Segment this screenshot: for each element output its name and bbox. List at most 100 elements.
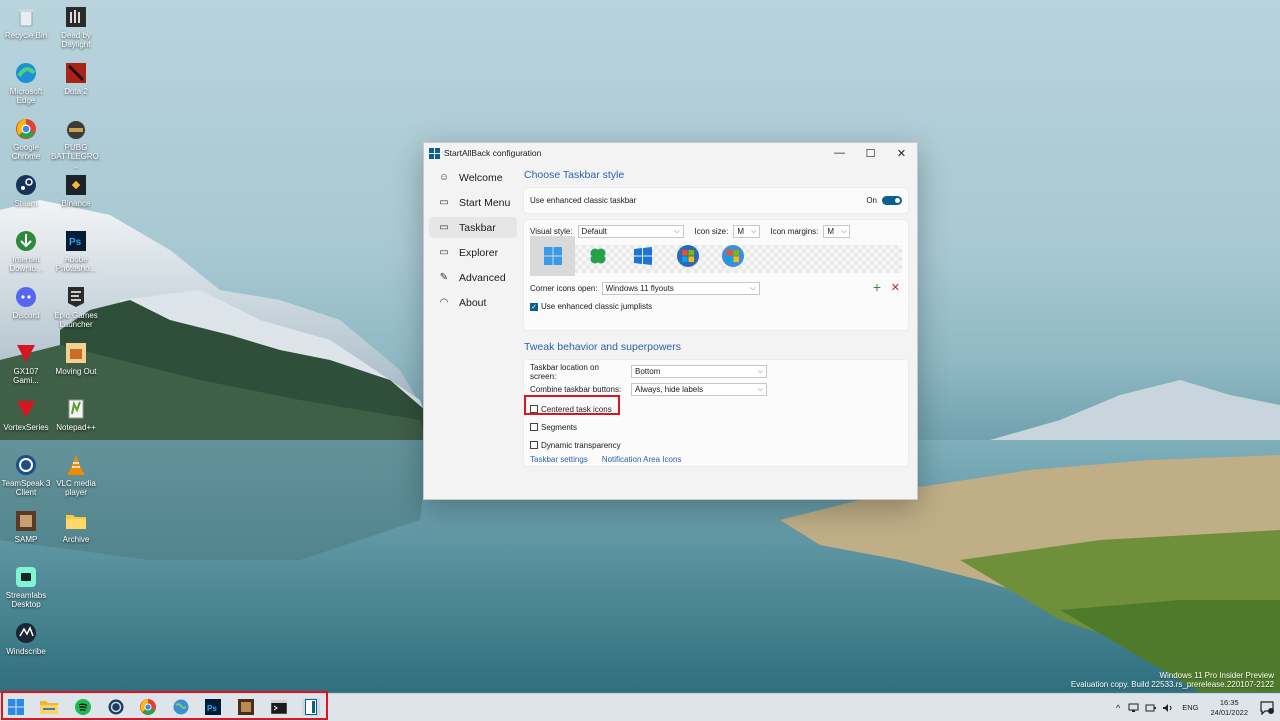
desktop-icon-windscribe[interactable]: Windscribe xyxy=(0,621,52,656)
smile-icon: ☺ xyxy=(438,172,450,183)
nav-item-about[interactable]: ◠ About xyxy=(429,292,517,313)
desktop-icon-notepadpp[interactable]: Notepad++ xyxy=(50,397,102,432)
icon-size-value: M xyxy=(737,227,745,236)
desktop-icon-recycle-bin[interactable]: Recycle Bin xyxy=(0,5,52,40)
clock-date: 24/01/2022 xyxy=(1210,707,1248,717)
desktop-icon-pubg[interactable]: PUBG BATTLEGRO... xyxy=(50,117,102,170)
binance-icon xyxy=(64,173,88,197)
vista-orb-icon xyxy=(721,245,744,267)
close-button[interactable]: ✕ xyxy=(886,143,917,163)
wrench-icon: ✎ xyxy=(439,272,449,283)
style-option-windows11[interactable] xyxy=(530,236,575,276)
corner-icons-select[interactable]: Windows 11 flyouts ⌵ xyxy=(601,282,760,295)
desktop-icon-gx[interactable]: GX107 Gami... xyxy=(0,341,52,385)
desktop-icon-idm[interactable]: Internet Downlo... xyxy=(0,229,52,273)
system-tray: ^ ENG 16:35 24/01/2022 xyxy=(1116,694,1280,721)
notification-area-icons-link[interactable]: Notification Area Icons xyxy=(602,455,682,464)
nav-item-welcome[interactable]: ☺ Welcome xyxy=(429,167,517,188)
combine-buttons-value: Always, hide labels xyxy=(635,385,704,394)
epic-icon xyxy=(64,285,88,309)
style-option-windows7[interactable] xyxy=(665,236,710,276)
desktop-icon-dota[interactable]: Dota 2 xyxy=(50,61,102,96)
notification-center-icon[interactable] xyxy=(1260,700,1274,715)
visual-style-value: Default xyxy=(581,227,607,236)
nav-item-taskbar[interactable]: ▭ Taskbar xyxy=(429,217,517,238)
nav-label: About xyxy=(459,296,487,309)
nav-label: Taskbar xyxy=(459,221,496,234)
windows10-logo-icon xyxy=(633,247,652,265)
gx-icon xyxy=(14,341,38,365)
desktop-icon-steam[interactable]: Steam xyxy=(0,173,52,208)
remove-icon[interactable]: ✕ xyxy=(891,281,900,294)
enhanced-taskbar-card: Use enhanced classic taskbar On xyxy=(523,187,909,214)
desktop-icon-discord[interactable]: Discord xyxy=(0,285,52,320)
clock[interactable]: 16:35 24/01/2022 xyxy=(1210,698,1248,718)
taskbar-location-label: Taskbar location on screen: xyxy=(530,362,599,381)
nav-item-advanced[interactable]: ✎ Advanced xyxy=(429,267,517,288)
chevron-down-icon: ⌵ xyxy=(750,284,756,292)
add-icon[interactable]: + xyxy=(873,279,881,295)
gauge-icon: ◠ xyxy=(439,297,449,308)
maximize-button[interactable]: ☐ xyxy=(855,143,886,163)
section-heading-behavior: Tweak behavior and superpowers xyxy=(524,341,682,353)
taskbar-settings-link[interactable]: Taskbar settings xyxy=(530,455,588,464)
chevron-down-icon: ⌵ xyxy=(841,227,847,235)
corner-icons-value: Windows 11 flyouts xyxy=(605,284,674,293)
style-option-vista[interactable] xyxy=(710,236,755,276)
style-option-windows10[interactable] xyxy=(620,236,665,276)
volume-icon[interactable] xyxy=(1162,703,1174,713)
desktop-icon-chrome[interactable]: Google Chrome xyxy=(0,117,52,161)
desktop-icon-edge[interactable]: Microsoft Edge xyxy=(0,61,52,105)
pubg-icon xyxy=(64,117,88,141)
taskbar-icon: ▭ xyxy=(439,222,449,233)
title-bar[interactable]: StartAllBack configuration — ☐ ✕ xyxy=(424,143,917,163)
toggle-state-label: On xyxy=(866,196,877,205)
tray-overflow-chevron[interactable]: ^ xyxy=(1116,703,1120,713)
desktop-icon-vlc[interactable]: VLC media player xyxy=(50,453,102,497)
combine-buttons-select[interactable]: Always, hide labels ⌵ xyxy=(631,383,767,396)
desktop-icon-photoshop[interactable]: Ps Adobe Photosho... xyxy=(50,229,102,273)
style-option-clover[interactable] xyxy=(575,236,620,276)
nav-item-start-menu[interactable]: ▭ Start Menu xyxy=(429,192,517,213)
segments-label: Segments xyxy=(541,422,578,432)
language-indicator[interactable]: ENG xyxy=(1182,703,1198,712)
style-card: Visual style: Default ⌵ Icon size: M ⌵ Ico… xyxy=(523,219,909,331)
dynamic-transparency-label: Dynamic transparency xyxy=(541,440,621,450)
network-icon[interactable] xyxy=(1128,703,1140,713)
minimize-button[interactable]: — xyxy=(824,143,855,163)
desktop-icon-dead-by-daylight[interactable]: Dead by Daylight xyxy=(50,5,102,49)
desktop-icon-teamspeak[interactable]: TeamSpeak 3 Client xyxy=(0,453,52,497)
desktop-icon-vortex[interactable]: VortexSeries xyxy=(0,397,52,432)
desktop-icon-moving-out[interactable]: Moving Out xyxy=(50,341,102,376)
desktop-icon-binance[interactable]: Binance xyxy=(50,173,102,208)
watermark-line1: Windows 11 Pro Insider Preview xyxy=(1159,671,1274,680)
dynamic-transparency-checkbox[interactable] xyxy=(530,441,538,449)
jumplists-checkbox[interactable]: ✓ xyxy=(530,302,538,311)
section-heading-style: Choose Taskbar style xyxy=(524,169,625,181)
segments-checkbox[interactable] xyxy=(530,423,538,431)
edge-icon xyxy=(14,61,38,85)
vlc-icon xyxy=(64,453,88,477)
dota-icon xyxy=(64,61,88,85)
desktop-icon-archive[interactable]: Archive xyxy=(50,509,102,544)
idm-icon xyxy=(14,229,38,253)
windows7-orb-icon xyxy=(676,245,699,267)
taskbar-location-select[interactable]: Bottom ⌵ xyxy=(631,365,767,378)
nav-item-explorer[interactable]: ▭ Explorer xyxy=(429,242,517,263)
clock-time: 16:35 xyxy=(1219,697,1239,707)
clover-icon xyxy=(590,248,605,264)
taskbar-location-value: Bottom xyxy=(635,367,661,376)
desktop-icon-samp[interactable]: SAMP xyxy=(0,509,52,544)
power-icon[interactable] xyxy=(1145,703,1157,713)
chevron-down-icon: ⌵ xyxy=(757,367,763,375)
desktop-icon-epic[interactable]: Epic Games Launcher xyxy=(50,285,102,329)
icon-size-label: Icon size: xyxy=(694,227,729,236)
content-pane: Choose Taskbar style Use enhanced classi… xyxy=(523,165,909,467)
desktop-icon-streamlabs[interactable]: Streamlabs Desktop xyxy=(0,565,52,609)
discord-icon xyxy=(14,285,38,309)
highlight-taskbar-apps xyxy=(1,691,328,720)
enhanced-taskbar-toggle[interactable] xyxy=(882,196,902,205)
folder-icon xyxy=(64,509,88,533)
explorer-icon: ▭ xyxy=(439,247,449,258)
icon-margins-select[interactable]: M ⌵ xyxy=(823,225,851,238)
